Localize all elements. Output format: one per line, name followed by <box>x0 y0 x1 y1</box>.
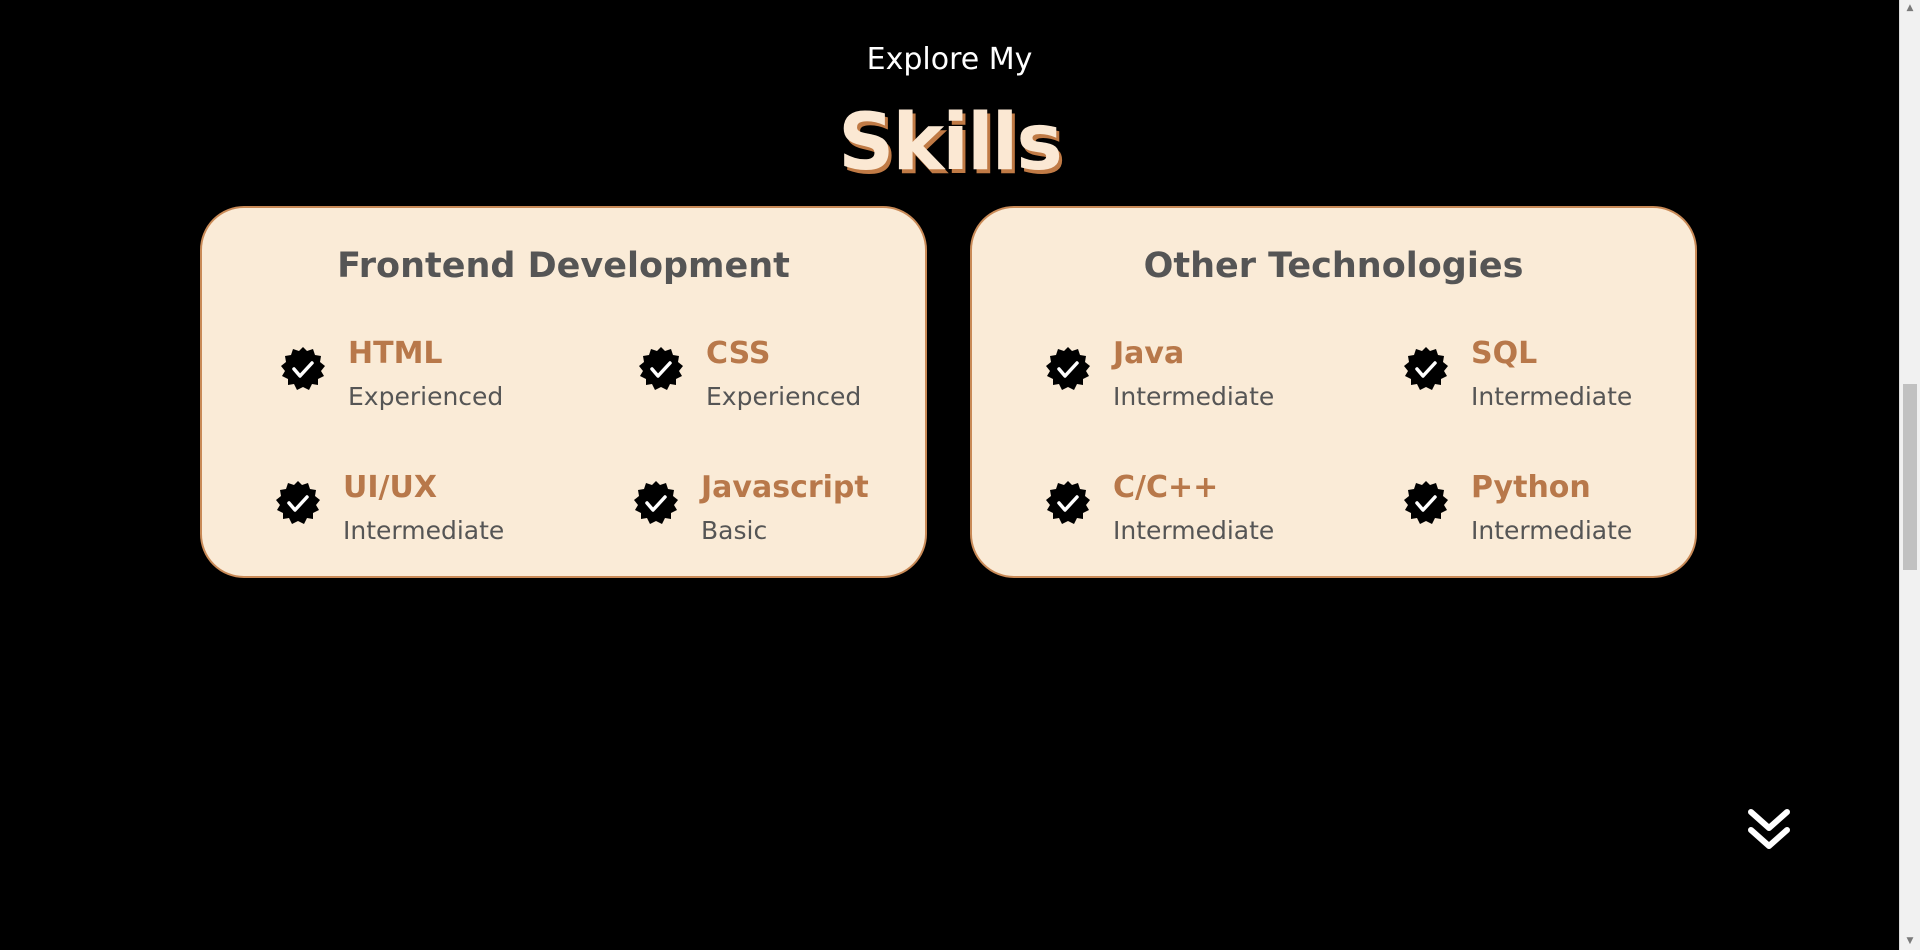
skill-name: Java <box>1113 336 1185 371</box>
scroll-down-arrow-icon[interactable]: ▼ <box>1900 933 1920 950</box>
skill-level: Basic <box>701 516 768 545</box>
skill-name: UI/UX <box>343 470 437 505</box>
skill-item-python: Python Intermediate <box>1403 470 1703 560</box>
vertical-scrollbar[interactable]: ▲ ▼ <box>1899 0 1920 950</box>
skill-name: HTML <box>348 336 443 371</box>
card-title: Other Technologies <box>1143 246 1524 286</box>
skills-section: Explore My Skills Frontend Development H… <box>0 0 1899 950</box>
skill-item-html: HTML Experienced <box>280 336 580 426</box>
skill-name: SQL <box>1471 336 1538 371</box>
section-subtitle: Explore My <box>866 42 1033 77</box>
skill-level: Experienced <box>706 382 862 411</box>
checkmark-badge-icon <box>639 347 683 390</box>
checkmark-badge-icon <box>1404 347 1448 390</box>
skill-name: CSS <box>706 336 771 371</box>
checkmark-badge-icon <box>281 347 325 390</box>
skill-item-javascript: Javascript Basic <box>633 470 933 560</box>
skill-level: Intermediate <box>1471 516 1633 545</box>
card-title: Frontend Development <box>337 246 790 286</box>
checkmark-badge-icon <box>276 481 320 524</box>
skill-name: Python <box>1471 470 1591 505</box>
scrollbar-thumb[interactable] <box>1903 384 1917 570</box>
skill-level: Experienced <box>348 382 504 411</box>
skill-item-cpp: C/C++ Intermediate <box>1045 470 1345 560</box>
checkmark-badge-icon <box>1404 481 1448 524</box>
skill-item-sql: SQL Intermediate <box>1403 336 1703 426</box>
skill-name: Javascript <box>701 470 869 505</box>
skill-level: Intermediate <box>1471 382 1633 411</box>
scroll-up-arrow-icon[interactable]: ▲ <box>1900 0 1920 17</box>
skill-level: Intermediate <box>1113 516 1275 545</box>
checkmark-badge-icon <box>1046 347 1090 390</box>
skill-item-css: CSS Experienced <box>638 336 938 426</box>
double-chevron-down-icon[interactable] <box>1745 806 1793 854</box>
page: Explore My Skills Frontend Development H… <box>0 0 1920 950</box>
skills-card-other: Other Technologies Java Intermediate SQL… <box>970 206 1697 578</box>
skill-item-java: Java Intermediate <box>1045 336 1345 426</box>
skill-item-uiux: UI/UX Intermediate <box>275 470 575 560</box>
skill-level: Intermediate <box>1113 382 1275 411</box>
checkmark-badge-icon <box>634 481 678 524</box>
skill-name: C/C++ <box>1113 470 1219 505</box>
section-title: Skills <box>838 98 1063 188</box>
skill-level: Intermediate <box>343 516 505 545</box>
skills-card-frontend: Frontend Development HTML Experienced CS… <box>200 206 927 578</box>
checkmark-badge-icon <box>1046 481 1090 524</box>
